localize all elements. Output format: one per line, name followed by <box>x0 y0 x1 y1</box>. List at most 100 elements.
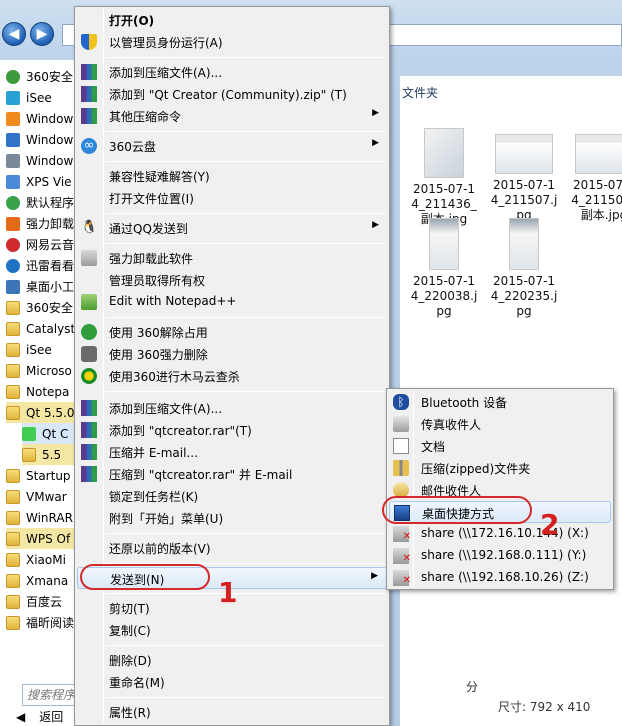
menu-item-copy[interactable]: 复制(C) <box>77 619 387 641</box>
winrar-icon <box>81 108 97 124</box>
start-folder[interactable]: Notepa <box>6 381 82 402</box>
thumbnail-5[interactable]: 2015-07-1 4_220235.j pg <box>488 218 560 319</box>
trash-icon <box>81 250 97 266</box>
menu-separator <box>105 697 385 698</box>
menu-item-delete[interactable]: 删除(D) <box>77 649 387 671</box>
sendto-share-z[interactable]: share (\\192.168.10.26) (Z:) <box>389 567 611 589</box>
menu-item-add-to-rar[interactable]: 添加到 "qtcreator.rar"(T) <box>77 419 387 441</box>
folder-icon <box>6 531 20 546</box>
annotation-circle-desktop-shortcut <box>382 496 532 524</box>
forward-arrow-icon[interactable]: ▶ <box>30 22 54 46</box>
winrar-icon <box>81 444 97 460</box>
start-folder[interactable]: Catalyst <box>6 318 82 339</box>
menu-item-pin-taskbar[interactable]: 锁定到任务栏(K) <box>77 485 387 507</box>
thumbnail-1[interactable]: 2015-07-1 4_211436_ 副本.jpg <box>408 128 480 227</box>
sendto-share-x[interactable]: share (\\172.16.10.144) (X:) <box>389 523 611 545</box>
menu-item-360-scan[interactable]: 使用360进行木马云查杀 <box>77 365 387 387</box>
start-folder-qt[interactable]: Qt 5.5.0 <box>6 402 82 423</box>
sendto-fax[interactable]: 传真收件人 <box>389 413 611 435</box>
menu-item-add-to-archive-2[interactable]: 添加到压缩文件(A)... <box>77 397 387 419</box>
start-item-qt-creator[interactable]: Qt C <box>22 423 82 444</box>
start-folder[interactable]: WinRAR <box>6 507 82 528</box>
menu-item-other-compress[interactable]: 其他压缩命令 ▶ <box>77 105 387 127</box>
menu-item-force-uninstall[interactable]: 强力卸载此软件 <box>77 247 387 269</box>
app-icon <box>6 279 20 294</box>
start-folder[interactable]: Microso <box>6 360 82 381</box>
folder-icon <box>6 321 20 336</box>
annotation-circle-send-to <box>80 564 210 590</box>
app-icon <box>6 153 20 168</box>
menu-item-restore-prev[interactable]: 还原以前的版本(V) <box>77 537 387 559</box>
start-folder-5-5[interactable]: 5.5 <box>22 444 82 465</box>
start-search-input[interactable] <box>22 684 80 706</box>
image-icon <box>429 218 459 270</box>
start-item[interactable]: Window <box>6 150 82 171</box>
start-item[interactable]: 360安全 <box>6 66 82 87</box>
menu-separator <box>105 213 385 214</box>
start-item[interactable]: 强力卸载 <box>6 213 82 234</box>
menu-item-rename[interactable]: 重命名(M) <box>77 671 387 693</box>
start-item[interactable]: Window <box>6 108 82 129</box>
start-item[interactable]: 默认程序 <box>6 192 82 213</box>
start-item[interactable]: 网易云音 <box>6 234 82 255</box>
menu-item-360-cloud[interactable]: ∞ 360云盘 ▶ <box>77 135 387 157</box>
back-arrow-icon[interactable]: ◀ <box>2 22 26 46</box>
menu-item-properties[interactable]: 属性(R) <box>77 701 387 723</box>
start-back-button[interactable]: ◀ 返回 <box>16 708 63 725</box>
start-folder[interactable]: XiaoMi <box>6 549 82 570</box>
app-icon <box>6 258 20 273</box>
menu-item-compress-rar-email[interactable]: 压缩到 "qtcreator.rar" 并 E-mail <box>77 463 387 485</box>
menu-item-compat-troubleshoot[interactable]: 兼容性疑难解答(Y) <box>77 165 387 187</box>
menu-item-add-to-zip[interactable]: 添加到 "Qt Creator (Community).zip" (T) <box>77 83 387 105</box>
start-folder[interactable]: VMwar <box>6 486 82 507</box>
menu-item-send-via-qq[interactable]: 🐧 通过QQ发送到 ▶ <box>77 217 387 239</box>
zip-folder-icon <box>393 460 409 476</box>
menu-separator <box>105 57 385 58</box>
start-item[interactable]: 迅雷看看 <box>6 255 82 276</box>
folder-icon <box>6 615 20 630</box>
winrar-icon <box>81 86 97 102</box>
start-folder[interactable]: 百度云 <box>6 591 82 612</box>
start-item[interactable]: XPS Vie <box>6 171 82 192</box>
menu-item-run-as-admin[interactable]: 以管理员身份运行(A) <box>77 31 387 53</box>
start-item[interactable]: Window <box>6 129 82 150</box>
thumbnail-3[interactable]: 2015-07-1 4_211507_ 副本.jpg <box>568 128 622 223</box>
status-label: 分 <box>466 680 479 694</box>
app-icon <box>6 195 20 210</box>
app-icon <box>6 237 20 252</box>
qt-icon <box>22 426 36 441</box>
submenu-arrow-icon: ▶ <box>372 138 379 148</box>
folder-title: 文件夹 <box>402 86 439 100</box>
menu-item-open[interactable]: 打开(O) <box>77 9 387 31</box>
folder-icon <box>6 510 20 525</box>
start-folder[interactable]: WPS Of <box>6 528 82 549</box>
menu-item-edit-notepad[interactable]: Edit with Notepad++ <box>77 291 387 313</box>
menu-item-add-to-archive[interactable]: 添加到压缩文件(A)... <box>77 61 387 83</box>
menu-item-pin-start[interactable]: 附到「开始」菜单(U) <box>77 507 387 529</box>
menu-item-360-force-delete[interactable]: 使用 360强力删除 <box>77 343 387 365</box>
menu-separator <box>105 533 385 534</box>
qq-penguin-icon: 🐧 <box>81 220 98 235</box>
thumbnail-2[interactable]: 2015-07-1 4_211507.j pg <box>488 128 560 223</box>
start-folder[interactable]: Startup <box>6 465 82 486</box>
start-folder[interactable]: 福昕阅读 <box>6 612 82 633</box>
start-item[interactable]: iSee <box>6 87 82 108</box>
menu-item-take-ownership[interactable]: 管理员取得所有权 <box>77 269 387 291</box>
menu-item-360-unlock[interactable]: 使用 360解除占用 <box>77 321 387 343</box>
sendto-documents[interactable]: 文档 <box>389 435 611 457</box>
start-folder[interactable]: Xmana <box>6 570 82 591</box>
image-icon <box>495 134 553 174</box>
app-icon <box>6 90 20 105</box>
sendto-zip-folder[interactable]: 压缩(zipped)文件夹 <box>389 457 611 479</box>
start-folder[interactable]: 360安全 <box>6 297 82 318</box>
disconnected-drive-icon <box>393 526 411 545</box>
menu-item-compress-email[interactable]: 压缩并 E-mail... <box>77 441 387 463</box>
left-triangle-icon: ◀ <box>16 710 26 724</box>
submenu-arrow-icon: ▶ <box>372 108 379 118</box>
thumbnail-4[interactable]: 2015-07-1 4_220038.j pg <box>408 218 480 319</box>
menu-item-open-file-location[interactable]: 打开文件位置(I) <box>77 187 387 209</box>
sendto-bluetooth[interactable]: ᛒ Bluetooth 设备 <box>389 391 611 413</box>
start-item[interactable]: 桌面小工 <box>6 276 82 297</box>
start-folder[interactable]: iSee <box>6 339 82 360</box>
sendto-share-y[interactable]: share (\\192.168.0.111) (Y:) <box>389 545 611 567</box>
